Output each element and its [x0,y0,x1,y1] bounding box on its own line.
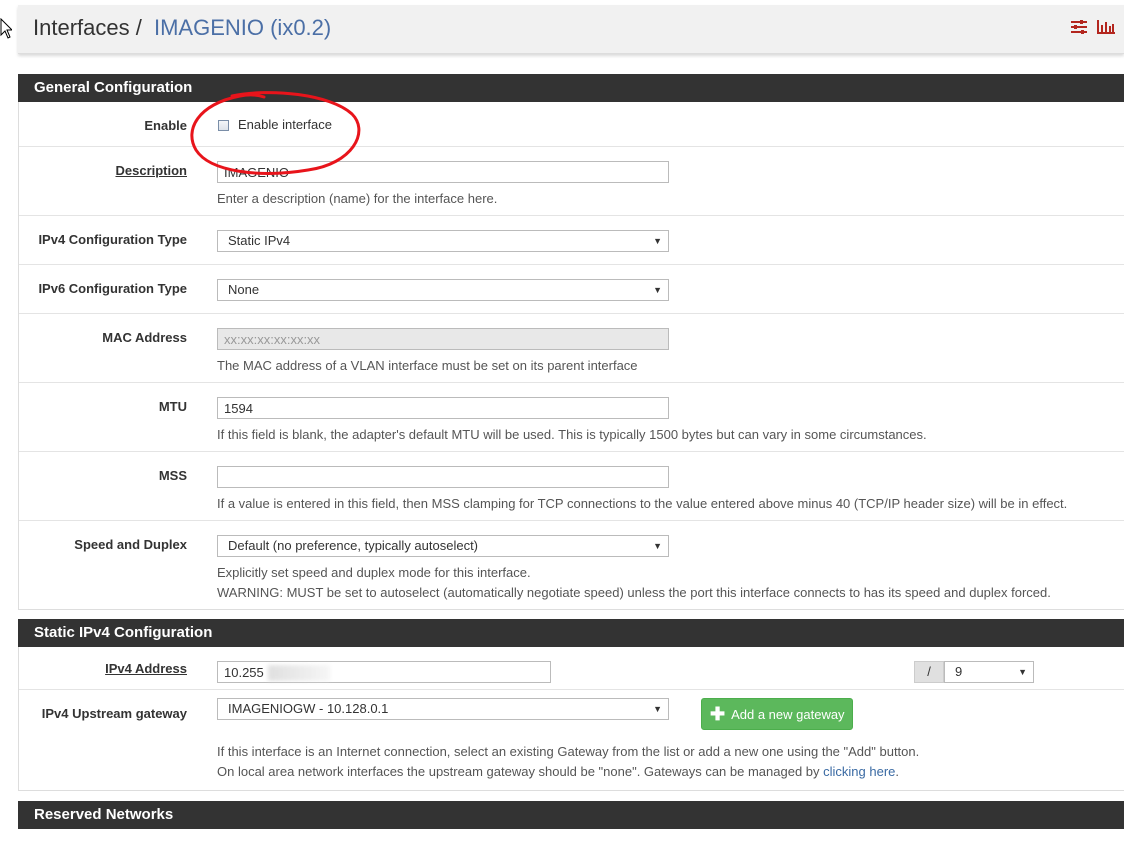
speed-help: Explicitly set speed and duplex mode for… [217,565,531,580]
description-label[interactable]: Description [115,163,187,178]
gateway-help: If this interface is an Internet connect… [217,744,920,759]
reserved-networks-panel: Reserved Networks [18,801,1124,829]
mac-input: xx:xx:xx:xx:xx:xx [217,328,669,350]
breadcrumb: Interfaces / IMAGENIO (ix0.2) [33,15,331,41]
add-gateway-button[interactable]: ✚ Add a new gateway [701,698,853,730]
mss-input[interactable] [217,466,669,488]
breadcrumb-current: IMAGENIO (ix0.2) [153,15,332,40]
gateway-select[interactable]: IMAGENIOGW - 10.128.0.1 ▼ [217,698,669,720]
ipv4-address-row: IPv4 Address 10.255 / 9 ▼ [19,647,1124,689]
ipv4-type-row: IPv4 Configuration Type Static IPv4 ▼ [19,215,1124,264]
cidr-select[interactable]: 9 ▼ [944,661,1034,683]
mac-row: MAC Address xx:xx:xx:xx:xx:xx The MAC ad… [19,313,1124,382]
plus-icon: ✚ [710,704,726,724]
ipv4-type-select[interactable]: Static IPv4 ▼ [217,230,669,252]
speed-warning: WARNING: MUST be set to autoselect (auto… [217,585,1051,600]
general-configuration-panel: General Configuration Enable Enable inte… [18,74,1124,610]
gateway-row: IPv4 Upstream gateway IMAGENIOGW - 10.12… [19,689,1124,790]
mtu-row: MTU 1594 If this field is blank, the ada… [19,382,1124,451]
gateway-label: IPv4 Upstream gateway [41,706,187,721]
description-help: Enter a description (name) for the inter… [217,191,498,206]
sliders-icon[interactable] [1070,19,1088,35]
speed-duplex-value: Default (no preference, typically autose… [228,538,479,553]
ipv6-type-row: IPv6 Configuration Type None ▼ [19,264,1124,313]
gateway-help-2-suffix: . [895,764,900,779]
redacted-area [268,665,330,681]
panel-heading: General Configuration [18,74,1124,102]
ipv6-type-value: None [228,282,260,297]
breadcrumb-bar: Interfaces / IMAGENIO (ix0.2) [18,5,1124,54]
mtu-label: MTU [158,399,187,414]
enable-checkbox-label[interactable]: Enable interface [238,117,332,132]
ipv4-address-label[interactable]: IPv4 Address [105,661,187,676]
mss-help: If a value is entered in this field, the… [217,496,1068,511]
caret-down-icon: ▼ [1018,667,1027,677]
mss-label: MSS [158,468,187,483]
add-gateway-label: Add a new gateway [731,706,845,722]
gateways-link[interactable]: clicking here [823,764,895,779]
gateway-help-2-text: On local area network interfaces the ups… [217,764,824,779]
cidr-value: 9 [955,664,963,679]
ipv4-type-label: IPv4 Configuration Type [38,232,187,247]
enable-checkbox[interactable] [218,120,229,131]
panel-heading: Reserved Networks [18,801,1124,829]
bar-chart-icon[interactable] [1096,19,1116,35]
breadcrumb-section[interactable]: Interfaces [33,15,130,40]
gateway-value: IMAGENIOGW - 10.128.0.1 [228,701,389,716]
description-input[interactable]: IMAGENIO [217,161,669,183]
breadcrumb-separator: / [135,15,142,40]
gateway-help-2: On local area network interfaces the ups… [217,764,899,779]
speed-duplex-row: Speed and Duplex Default (no preference,… [19,520,1124,609]
caret-down-icon: ▼ [653,541,662,551]
caret-down-icon: ▼ [653,285,662,295]
ipv4-type-value: Static IPv4 [228,233,291,248]
ipv4-address-value: 10.255 [224,665,264,680]
caret-down-icon: ▼ [653,236,662,246]
panel-heading: Static IPv4 Configuration [18,619,1124,647]
mouse-cursor-icon [0,18,12,39]
ipv6-type-label: IPv6 Configuration Type [38,281,187,296]
ipv6-type-select[interactable]: None ▼ [217,279,669,301]
cidr-slash: / [914,661,944,683]
enable-label: Enable [144,118,187,133]
description-row: Description IMAGENIO Enter a description… [19,146,1124,215]
mtu-help: If this field is blank, the adapter's de… [217,427,927,442]
enable-row: Enable Enable interface [19,102,1124,146]
mac-label: MAC Address [102,330,187,345]
caret-down-icon: ▼ [653,704,662,714]
mtu-input[interactable]: 1594 [217,397,669,419]
speed-duplex-label: Speed and Duplex [74,537,187,552]
mss-row: MSS If a value is entered in this field,… [19,451,1124,520]
mac-help: The MAC address of a VLAN interface must… [217,358,638,373]
header-icons [1070,19,1116,35]
static-ipv4-panel: Static IPv4 Configuration IPv4 Address 1… [18,619,1124,791]
ipv4-address-input[interactable]: 10.255 [217,661,551,683]
speed-duplex-select[interactable]: Default (no preference, typically autose… [217,535,669,557]
